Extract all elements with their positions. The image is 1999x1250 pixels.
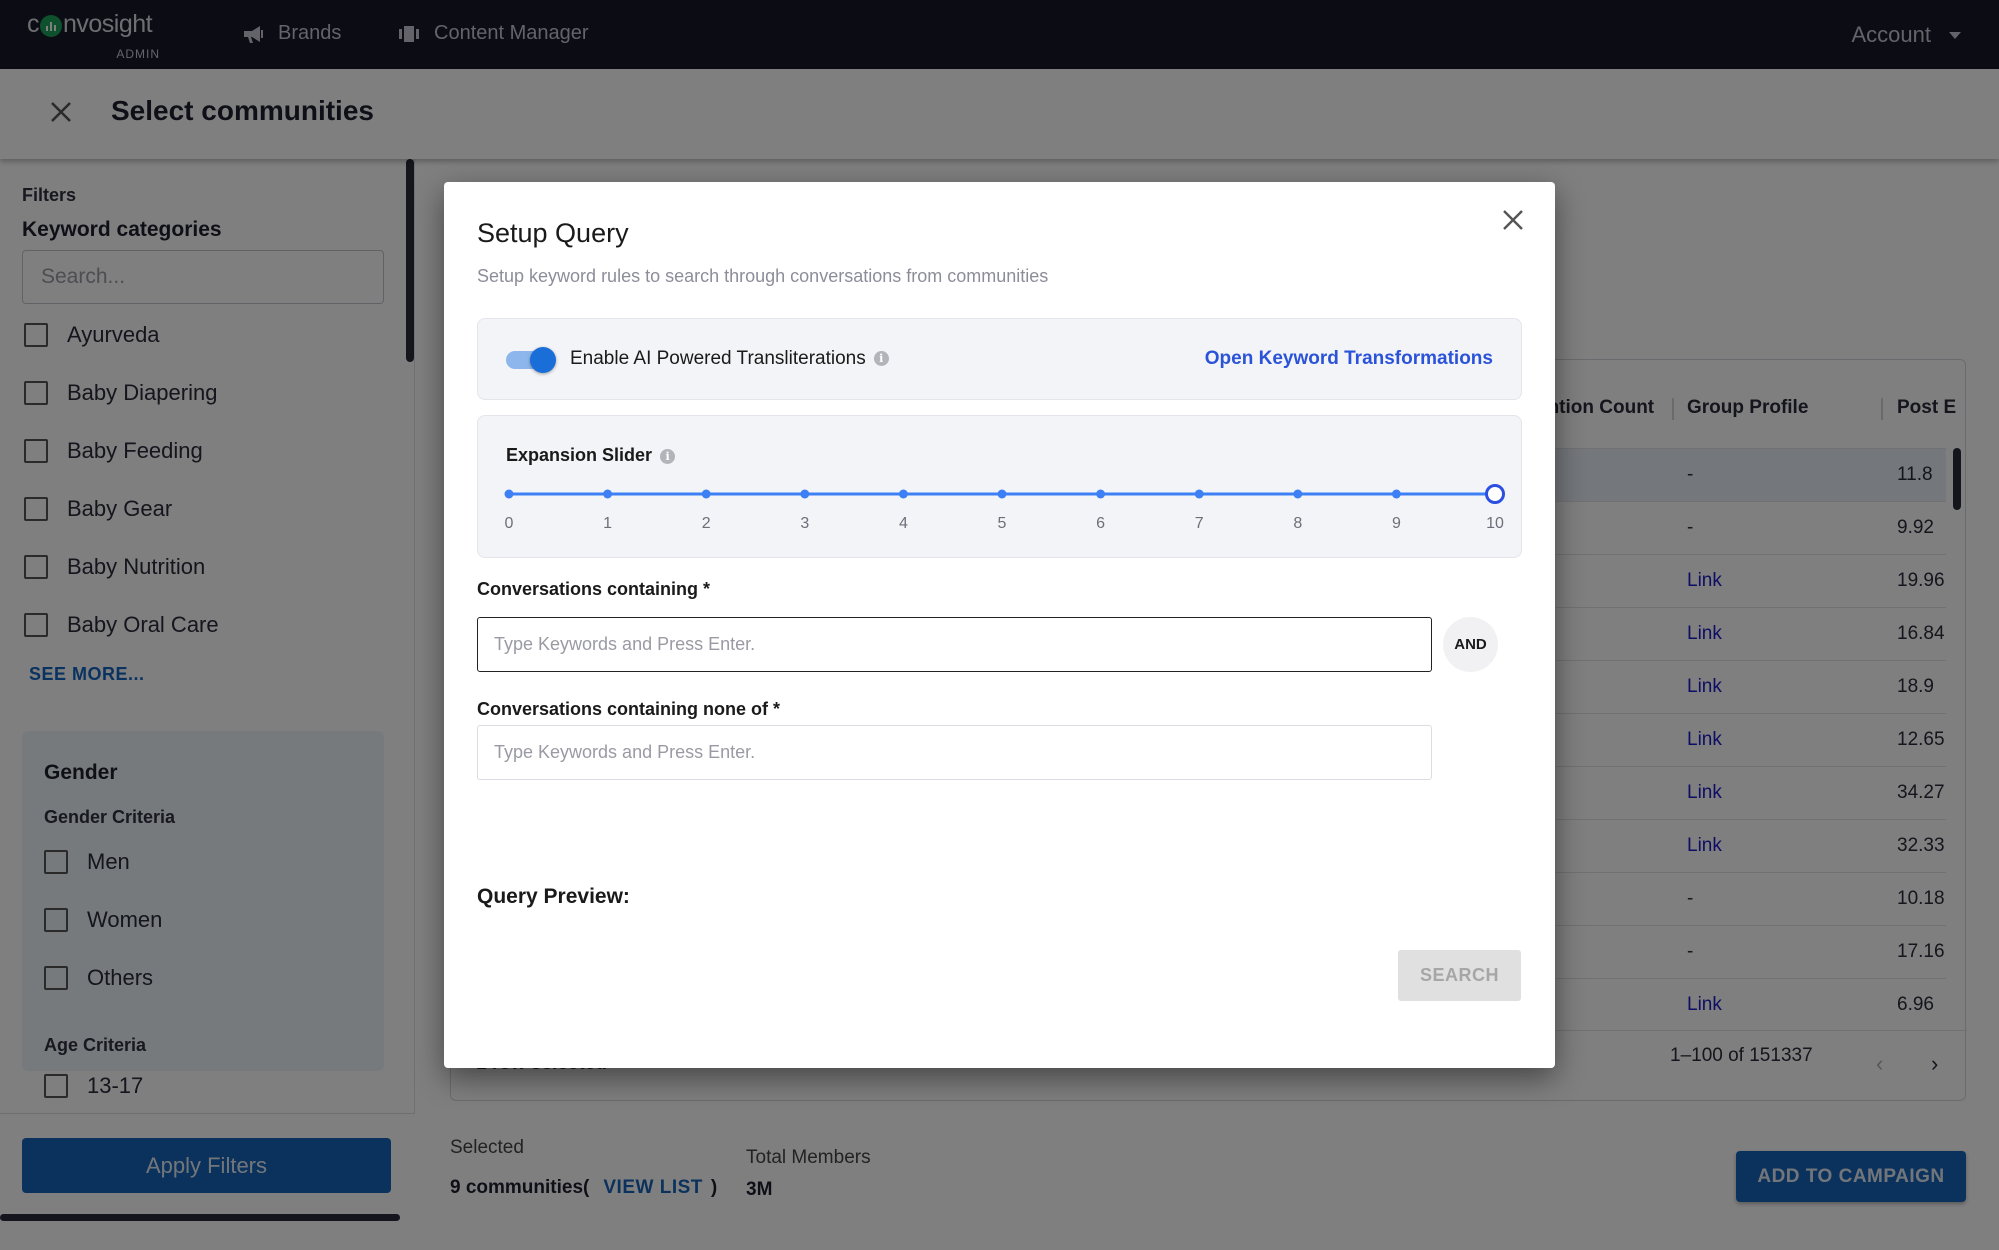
expansion-slider[interactable]: 0 1 2 3 4 5 6 7 8 9 10 [478, 476, 1523, 556]
slider-tick-mark[interactable] [800, 489, 810, 499]
slider-tick-label: 6 [1096, 515, 1105, 532]
close-modal-button[interactable] [1501, 208, 1525, 232]
slider-tick-label: 7 [1195, 515, 1204, 532]
ai-transliteration-text: Enable AI Powered Transliterations [570, 348, 866, 369]
slider-tick-label: 0 [505, 515, 514, 532]
conversations-none-of-input[interactable] [477, 725, 1432, 780]
slider-tick-label: 10 [1486, 515, 1504, 532]
ai-transliteration-toggle[interactable] [506, 347, 556, 373]
expansion-slider-text: Expansion Slider [506, 445, 653, 465]
slider-tick-label: 9 [1392, 515, 1401, 532]
and-operator-button[interactable]: AND [1443, 617, 1498, 672]
slider-tick-mark[interactable] [1293, 489, 1303, 499]
slider-tick-mark[interactable] [1096, 489, 1106, 499]
info-icon[interactable]: i [660, 448, 676, 464]
toggle-thumb [530, 347, 556, 373]
slider-tick-mark[interactable] [603, 489, 613, 499]
expansion-slider-panel: Expansion Slider i 0 1 2 3 4 5 6 7 8 9 10 [477, 415, 1522, 558]
slider-tick-mark[interactable] [504, 489, 514, 499]
search-button[interactable]: SEARCH [1398, 950, 1521, 1001]
setup-query-modal: Setup Query Setup keyword rules to searc… [444, 182, 1555, 1068]
open-keyword-transformations-link[interactable]: Open Keyword Transformations [1205, 348, 1493, 370]
slider-tick-mark[interactable] [701, 489, 711, 499]
conversations-none-of-label: Conversations containing none of * [477, 699, 781, 719]
modal-title: Setup Query [477, 218, 629, 248]
slider-tick-mark[interactable] [1194, 489, 1204, 499]
slider-tick-mark[interactable] [898, 489, 908, 499]
slider-tick-label: 3 [800, 515, 809, 532]
expansion-slider-label: Expansion Slider i [506, 445, 676, 466]
conversations-containing-input[interactable] [477, 617, 1432, 672]
slider-tick-label: 8 [1293, 515, 1302, 532]
close-icon [1503, 210, 1523, 230]
slider-tick-label: 2 [702, 515, 711, 532]
query-preview-label: Query Preview: [477, 885, 630, 908]
slider-tick-mark[interactable] [997, 489, 1007, 499]
slider-tick-label: 5 [998, 515, 1007, 532]
modal-subtitle: Setup keyword rules to search through co… [477, 266, 1049, 286]
ai-transliteration-label: Enable AI Powered Transliterations i [570, 348, 889, 370]
info-icon[interactable]: i [873, 351, 889, 367]
slider-tick-mark[interactable] [1391, 489, 1401, 499]
slider-thumb[interactable] [1485, 484, 1505, 504]
slider-tick-label: 4 [899, 515, 908, 532]
ai-transliteration-panel: Enable AI Powered Transliterations i Open… [477, 318, 1522, 400]
slider-tick-label: 1 [603, 515, 612, 532]
conversations-containing-label: Conversations containing * [477, 579, 711, 599]
